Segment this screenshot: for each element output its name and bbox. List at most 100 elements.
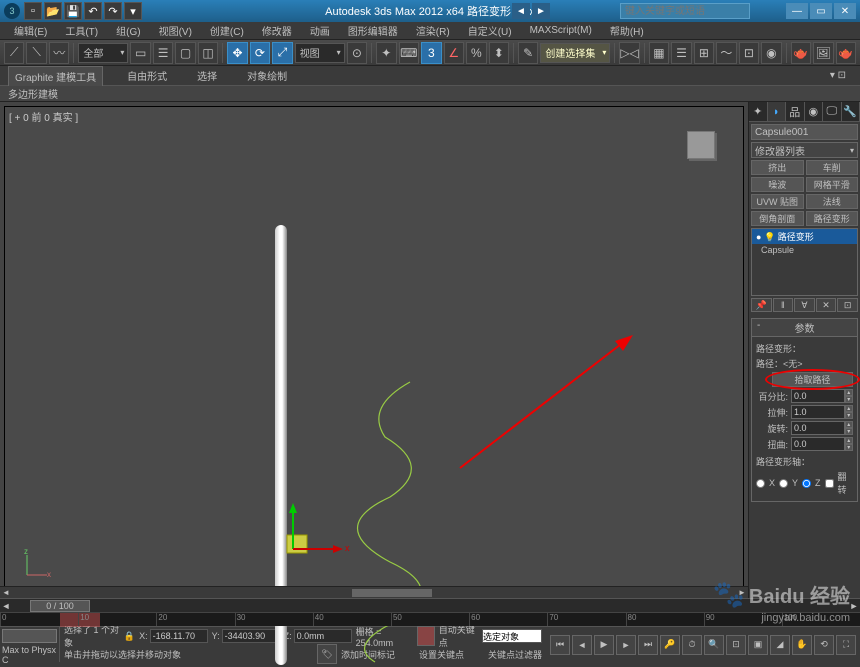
- maximize-viewport-icon[interactable]: ⛶: [836, 635, 856, 655]
- mirror-icon[interactable]: ▷◁: [619, 42, 639, 64]
- twist-down-icon[interactable]: ▾: [845, 444, 853, 451]
- new-icon[interactable]: ▫: [24, 2, 42, 20]
- undo-icon[interactable]: ↶: [84, 2, 102, 20]
- axis-y-radio[interactable]: [779, 479, 788, 488]
- save-icon[interactable]: 💾: [64, 2, 82, 20]
- selection-filter-dropdown[interactable]: 全部: [78, 43, 128, 63]
- history-back-icon[interactable]: ◄: [512, 3, 530, 19]
- manipulate-icon[interactable]: ✦: [376, 42, 396, 64]
- goto-end-icon[interactable]: ⏭: [638, 635, 658, 655]
- menu-animation[interactable]: 动画: [302, 21, 338, 40]
- ribbon-panel-label[interactable]: 多边形建模: [0, 86, 860, 102]
- coord-y-input[interactable]: [222, 629, 280, 643]
- prev-frame-icon[interactable]: ◄: [572, 635, 592, 655]
- transform-gizmo[interactable]: x: [277, 499, 357, 579]
- menu-render[interactable]: 渲染(R): [408, 21, 458, 40]
- maxscript-mini[interactable]: Max to Physx C: [0, 627, 60, 662]
- menu-customize[interactable]: 自定义(U): [460, 21, 520, 40]
- mod-btn-meshsmooth[interactable]: 网格平滑: [806, 177, 859, 192]
- render-setup-icon[interactable]: 🫖: [791, 42, 811, 64]
- ribbon-tab-graphite[interactable]: Graphite 建模工具: [8, 66, 103, 86]
- modifier-stack[interactable]: ● 💡 路径变形 Capsule: [751, 228, 858, 296]
- zoom-extents-icon[interactable]: ▣: [748, 635, 768, 655]
- percent-snap-icon[interactable]: %: [466, 42, 486, 64]
- rotate-up-icon[interactable]: ▴: [845, 421, 853, 428]
- curve-editor-icon[interactable]: 〜: [716, 42, 736, 64]
- stretch-up-icon[interactable]: ▴: [845, 405, 853, 412]
- zoom-all-icon[interactable]: ⊡: [726, 635, 746, 655]
- stack-bulb-icon[interactable]: 💡: [764, 232, 775, 242]
- redo-icon[interactable]: ↷: [104, 2, 122, 20]
- viewport-label[interactable]: [ + 0 前 0 真实 ]: [9, 109, 78, 124]
- hierarchy-tab-icon[interactable]: 品: [786, 102, 805, 121]
- timeslider-right-icon[interactable]: ►: [848, 601, 860, 611]
- mod-btn-normal[interactable]: 法线: [806, 194, 859, 209]
- ribbon-tab-paint[interactable]: 对象绘制: [241, 66, 293, 85]
- play-icon[interactable]: ▶: [594, 635, 614, 655]
- flip-checkbox[interactable]: [825, 479, 834, 488]
- layer-manager-icon[interactable]: ☰: [671, 42, 691, 64]
- pick-path-button[interactable]: 拾取路径: [772, 372, 853, 387]
- motion-tab-icon[interactable]: ◉: [805, 102, 824, 121]
- menu-group[interactable]: 组(G): [108, 21, 148, 40]
- rotate-input[interactable]: [791, 421, 845, 435]
- bind-spacewarp-icon[interactable]: 〰: [49, 42, 69, 64]
- show-end-result-icon[interactable]: ‖: [773, 298, 794, 312]
- link-icon[interactable]: ⟋: [4, 42, 24, 64]
- modify-tab-icon[interactable]: ◗: [768, 102, 787, 121]
- window-crossing-icon[interactable]: ◫: [198, 42, 218, 64]
- mod-btn-extrude[interactable]: 挤出: [751, 160, 804, 175]
- open-icon[interactable]: 📂: [44, 2, 62, 20]
- timeslider-handle[interactable]: 0 / 100: [30, 600, 90, 612]
- goto-start-icon[interactable]: ⏮: [550, 635, 570, 655]
- history-fwd-icon[interactable]: ►: [532, 3, 550, 19]
- select-rotate-icon[interactable]: ⟳: [250, 42, 270, 64]
- stack-item-capsule[interactable]: Capsule: [752, 244, 857, 256]
- select-scale-icon[interactable]: ⤢: [272, 42, 292, 64]
- viewcube[interactable]: [679, 123, 723, 167]
- mod-btn-lathe[interactable]: 车削: [806, 160, 859, 175]
- create-tab-icon[interactable]: ✦: [749, 102, 768, 121]
- modifier-list-dropdown[interactable]: 修改器列表: [751, 142, 858, 158]
- menu-maxscript[interactable]: MAXScript(M): [522, 23, 600, 38]
- edit-named-sel-icon[interactable]: ✎: [518, 42, 538, 64]
- stretch-down-icon[interactable]: ▾: [845, 412, 853, 419]
- ribbon-tab-freeform[interactable]: 自由形式: [121, 66, 173, 85]
- display-tab-icon[interactable]: 🖵: [823, 102, 842, 121]
- select-region-icon[interactable]: ▢: [175, 42, 195, 64]
- viewport-scrollbar[interactable]: ◄ ►: [0, 586, 748, 598]
- orbit-icon[interactable]: ⟲: [814, 635, 834, 655]
- render-icon[interactable]: 🫖: [836, 42, 856, 64]
- timeline-track[interactable]: 0 10 20 30 40 50 60 70 80 90 100: [0, 612, 860, 626]
- configure-sets-icon[interactable]: ⊡: [837, 298, 858, 312]
- rendered-frame-icon[interactable]: 🖼: [813, 42, 833, 64]
- menu-tools[interactable]: 工具(T): [57, 21, 106, 40]
- menu-edit[interactable]: 编辑(E): [6, 21, 55, 40]
- mod-btn-pathdeform[interactable]: 路径变形: [806, 211, 859, 226]
- snap-toggle-icon[interactable]: 3: [421, 42, 441, 64]
- select-object-icon[interactable]: ▭: [130, 42, 150, 64]
- zoom-icon[interactable]: 🔍: [704, 635, 724, 655]
- spinner-snap-icon[interactable]: ⬍: [489, 42, 509, 64]
- fov-icon[interactable]: ◢: [770, 635, 790, 655]
- axis-x-radio[interactable]: [756, 479, 765, 488]
- select-by-name-icon[interactable]: ☰: [153, 42, 173, 64]
- viewport[interactable]: [ + 0 前 0 真实 ] x z x: [4, 106, 744, 594]
- time-tag-icon[interactable]: 🏷: [317, 644, 337, 664]
- percent-input[interactable]: [791, 389, 845, 403]
- make-unique-icon[interactable]: ∀: [794, 298, 815, 312]
- mod-btn-uvw[interactable]: UVW 贴图: [751, 194, 804, 209]
- maximize-button[interactable]: ▭: [810, 3, 832, 19]
- pan-icon[interactable]: ✋: [792, 635, 812, 655]
- percent-up-icon[interactable]: ▴: [845, 389, 853, 396]
- named-selection-dropdown[interactable]: 创建选择集: [540, 43, 610, 63]
- qat-dropdown-icon[interactable]: ▾: [124, 2, 142, 20]
- use-pivot-icon[interactable]: ⊙: [347, 42, 367, 64]
- mod-btn-noise[interactable]: 噪波: [751, 177, 804, 192]
- rollout-params-header[interactable]: -参数: [751, 318, 858, 337]
- utilities-tab-icon[interactable]: 🔧: [842, 102, 860, 121]
- menu-graph-editors[interactable]: 图形编辑器: [340, 21, 406, 40]
- minimize-button[interactable]: —: [786, 3, 808, 19]
- coord-x-input[interactable]: [150, 629, 208, 643]
- percent-down-icon[interactable]: ▾: [845, 396, 853, 403]
